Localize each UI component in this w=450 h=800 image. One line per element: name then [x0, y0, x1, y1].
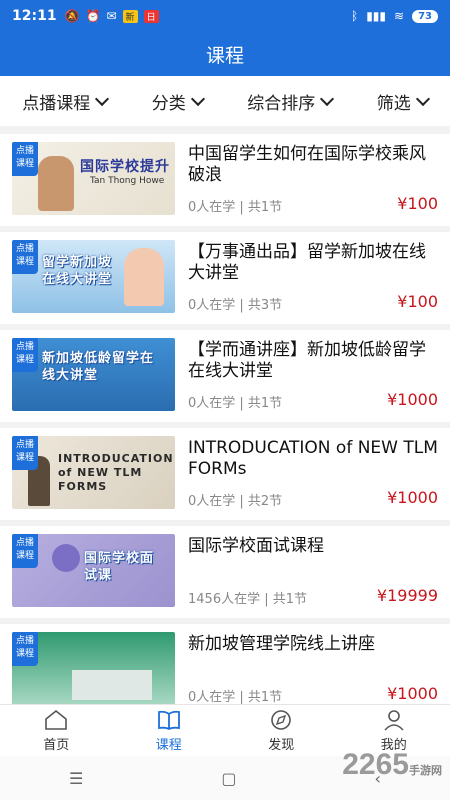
app-badge-icon: 新	[122, 9, 138, 23]
course-price: ¥100	[397, 194, 438, 213]
filter-label: 综合排序	[247, 93, 316, 114]
chevron-down-icon	[190, 91, 205, 106]
vod-tag: 点播课程	[12, 240, 38, 274]
filter-screen[interactable]: 筛选	[376, 89, 430, 114]
filter-sort[interactable]: 综合排序	[247, 89, 335, 114]
course-price: ¥1000	[387, 684, 438, 703]
mute-icon: 🔕	[64, 9, 80, 23]
book-icon	[157, 710, 180, 731]
course-card[interactable]: 新加坡低龄留学在线大讲堂 点播课程 【学而通讲座】新加坡低龄留学在线大讲堂 0人…	[0, 330, 450, 422]
thumb-text: 国际学校提升	[80, 159, 170, 175]
status-icons: 🔕 ⏰ ✉ 新 日	[65, 9, 159, 23]
bluetooth-icon: ᛒ	[351, 9, 359, 23]
course-title: 【万事通出品】留学新加坡在线大讲堂	[188, 242, 426, 283]
watermark-logo: 2265手游网	[342, 748, 442, 782]
course-meta: 0人在学 | 共1节	[188, 690, 283, 705]
speaker-photo	[38, 156, 74, 211]
home-icon	[45, 709, 68, 730]
battery-icon: 73	[412, 9, 438, 23]
course-thumbnail: 留学新加坡在线大讲堂 点播课程	[12, 240, 175, 313]
thumb-text: 国际学校面试课	[84, 551, 155, 583]
compass-icon	[271, 710, 292, 730]
tab-discover[interactable]: 发现	[225, 705, 338, 756]
wifi-icon: ≋	[394, 9, 405, 23]
course-meta: 0人在学 | 共1节	[188, 396, 283, 411]
course-meta: 0人在学 | 共1节	[188, 200, 283, 215]
alarm-icon: ⏰	[85, 9, 101, 23]
course-price: ¥1000	[387, 488, 438, 507]
menu-nav-icon[interactable]: ☰	[69, 769, 83, 788]
course-meta: 0人在学 | 共2节	[188, 494, 283, 509]
course-thumbnail: INTRODUCATION of NEW TLM FORMS 点播课程	[12, 436, 175, 509]
filter-label: 点播课程	[22, 93, 91, 114]
building-illustration	[72, 670, 152, 700]
status-right: ᛒ ▮▮▮ ≋ 73	[351, 9, 438, 23]
vod-tag: 点播课程	[12, 338, 38, 372]
course-card[interactable]: 留学新加坡在线大讲堂 点播课程 【万事通出品】留学新加坡在线大讲堂 0人在学 |…	[0, 232, 450, 324]
vod-tag: 点播课程	[12, 632, 38, 666]
course-thumbnail: 国际学校提升 Tan Thong Howe 点播课程	[12, 142, 175, 215]
course-title: 国际学校面试课程	[188, 536, 324, 556]
child-photo	[124, 248, 164, 306]
course-price: ¥19999	[376, 586, 438, 605]
tab-home[interactable]: 首页	[0, 705, 113, 756]
user-icon	[384, 710, 404, 731]
course-price: ¥100	[397, 292, 438, 311]
signal-icon: ▮▮▮	[366, 9, 387, 23]
tab-label: 课程	[155, 738, 182, 753]
filter-bar: 点播课程 分类 综合排序 筛选	[0, 76, 450, 126]
course-thumbnail: 新加坡低龄留学在线大讲堂 点播课程	[12, 338, 175, 411]
course-price: ¥1000	[387, 390, 438, 409]
watermark-sub: 手游网	[409, 765, 442, 777]
status-time: 12:11	[12, 8, 57, 24]
chevron-down-icon	[415, 91, 430, 106]
chevron-down-icon	[320, 91, 335, 106]
thumb-text: 新加坡低龄留学在线大讲堂	[42, 351, 155, 383]
status-bar: 12:11 🔕 ⏰ ✉ 新 日 ᛒ ▮▮▮ ≋ 73	[0, 0, 450, 32]
course-card[interactable]: 点播课程 新加坡管理学院线上讲座 0人在学 | 共1节 ¥1000	[0, 624, 450, 716]
thumb-text: INTRODUCATION of NEW TLM FORMS	[58, 452, 174, 493]
chevron-down-icon	[95, 91, 110, 106]
course-card[interactable]: 国际学校面试课 点播课程 国际学校面试课程 1456人在学 | 共1节 ¥199…	[0, 526, 450, 618]
vod-tag: 点播课程	[12, 436, 38, 470]
tab-label: 首页	[43, 738, 70, 753]
course-card[interactable]: INTRODUCATION of NEW TLM FORMS 点播课程 INTR…	[0, 428, 450, 520]
page-title: 课程	[0, 32, 450, 76]
course-card[interactable]: 国际学校提升 Tan Thong Howe 点播课程 中国留学生如何在国际学校乘…	[0, 134, 450, 226]
filter-label: 筛选	[376, 93, 411, 114]
app-badge-icon-2: 日	[143, 9, 159, 23]
thumb-text: 留学新加坡在线大讲堂	[42, 255, 113, 287]
filter-category[interactable]: 分类	[151, 89, 205, 114]
filter-course-type[interactable]: 点播课程	[22, 89, 110, 114]
tab-label: 发现	[268, 738, 295, 753]
decoration-circle	[52, 544, 80, 572]
home-nav-icon[interactable]: ▢	[221, 769, 236, 788]
thumb-subtext: Tan Thong Howe	[90, 176, 165, 186]
tab-course[interactable]: 课程	[113, 705, 226, 756]
course-meta: 1456人在学 | 共1节	[188, 592, 307, 607]
course-thumbnail: 点播课程	[12, 632, 175, 705]
vod-tag: 点播课程	[12, 142, 38, 176]
vod-tag: 点播课程	[12, 534, 38, 568]
course-title: 中国留学生如何在国际学校乘风破浪	[188, 144, 426, 185]
course-title: 新加坡管理学院线上讲座	[188, 634, 375, 654]
course-meta: 0人在学 | 共3节	[188, 298, 283, 313]
course-title: INTRODUCATION of NEW TLM FORMs	[188, 438, 438, 479]
course-thumbnail: 国际学校面试课 点播课程	[12, 534, 175, 607]
watermark-text: 2265	[342, 748, 409, 781]
filter-label: 分类	[151, 93, 186, 114]
mail-icon: ✉	[106, 9, 117, 23]
course-title: 【学而通讲座】新加坡低龄留学在线大讲堂	[188, 340, 426, 381]
